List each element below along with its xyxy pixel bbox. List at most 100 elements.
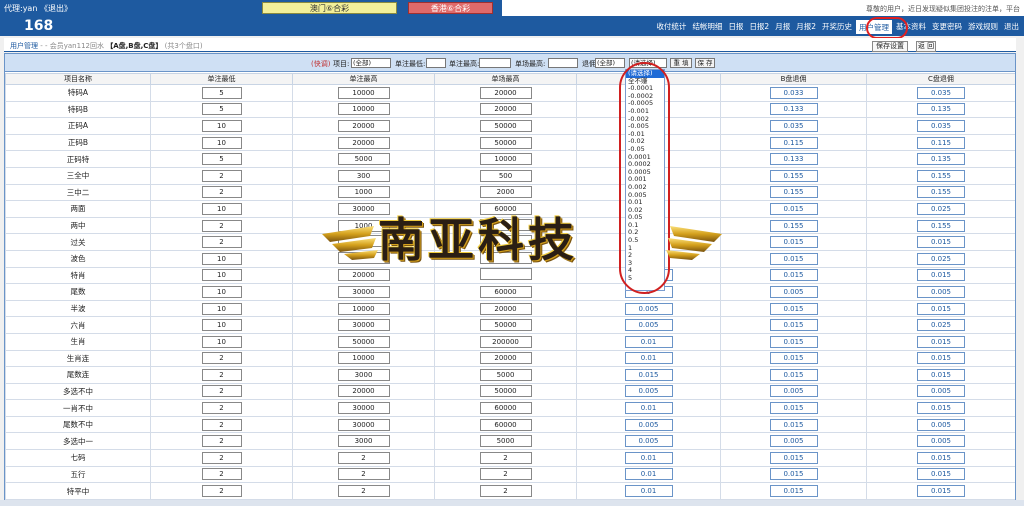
- b-input[interactable]: 0.015: [769, 269, 818, 282]
- nav-item-3[interactable]: 日报2: [746, 19, 772, 35]
- min-input[interactable]: 2: [201, 169, 242, 182]
- a-input[interactable]: 0.01: [624, 352, 673, 365]
- min-input[interactable]: 2: [201, 368, 242, 381]
- c-input[interactable]: 0.035: [917, 86, 965, 99]
- min-input[interactable]: 2: [201, 219, 242, 232]
- retreat-dropdown-list[interactable]: (请选择) 全不赚 -0.0001 -0.0002 -0.0005 -0.001 -0.00…: [625, 69, 665, 291]
- b-input[interactable]: 0.015: [769, 485, 818, 498]
- c-input[interactable]: 0.015: [917, 368, 965, 381]
- b-input[interactable]: 0.015: [769, 236, 818, 249]
- c-input[interactable]: 0.005: [917, 385, 965, 398]
- max-input[interactable]: 30000: [337, 319, 390, 332]
- c-input[interactable]: 0.135: [917, 103, 965, 116]
- max-input[interactable]: 10000: [337, 103, 390, 116]
- nav-item-1[interactable]: 结帐明细: [689, 19, 725, 35]
- c-input[interactable]: 0.115: [917, 136, 965, 149]
- min-input[interactable]: 2: [201, 236, 242, 249]
- b-input[interactable]: 0.033: [769, 86, 818, 99]
- a-input[interactable]: 0.005: [624, 319, 673, 332]
- max-input[interactable]: 3000: [337, 435, 390, 448]
- nav-item-10[interactable]: 游戏规则: [965, 19, 1001, 35]
- a-input[interactable]: 0.005: [624, 435, 673, 448]
- min-input[interactable]: 10: [201, 119, 242, 132]
- c-input[interactable]: 0.025: [917, 252, 965, 265]
- c-input[interactable]: 0.015: [917, 485, 965, 498]
- min-input[interactable]: 2: [201, 485, 242, 498]
- a-input[interactable]: 0.01: [624, 402, 673, 415]
- b-input[interactable]: 0.005: [769, 385, 818, 398]
- max-input[interactable]: 5000: [337, 153, 390, 166]
- min-input[interactable]: 2: [201, 385, 242, 398]
- min-input[interactable]: 2: [201, 402, 242, 415]
- b-input[interactable]: 0.015: [769, 202, 818, 215]
- min-input[interactable]: 2: [201, 435, 242, 448]
- max-input[interactable]: 2: [337, 468, 390, 481]
- a-input[interactable]: 0.01: [624, 335, 673, 348]
- max-input[interactable]: 20000: [337, 136, 390, 149]
- b-input[interactable]: 0.015: [769, 402, 818, 415]
- nav-item-5[interactable]: 月报2: [793, 19, 819, 35]
- c-input[interactable]: 0.155: [917, 219, 965, 232]
- field-input[interactable]: 2: [479, 451, 532, 464]
- c-input[interactable]: 0.015: [917, 302, 965, 315]
- b-input[interactable]: 0.115: [769, 136, 818, 149]
- c-input[interactable]: 0.015: [917, 236, 965, 249]
- save-settings-button[interactable]: 保存设置: [872, 41, 908, 52]
- min-input[interactable]: 10: [201, 269, 242, 282]
- c-input[interactable]: 0.035: [917, 119, 965, 132]
- c-input[interactable]: 0.015: [917, 269, 965, 282]
- a-input[interactable]: 0.015: [624, 368, 673, 381]
- b-input[interactable]: 0.015: [769, 451, 818, 464]
- max-input[interactable]: 30000: [337, 418, 390, 431]
- max-input[interactable]: 2: [337, 451, 390, 464]
- field-input[interactable]: 60000: [479, 402, 532, 415]
- min-input[interactable]: 10: [201, 335, 242, 348]
- a-input[interactable]: 0.005: [624, 385, 673, 398]
- b-input[interactable]: 0.015: [769, 319, 818, 332]
- nav-item-0[interactable]: 收付统计: [653, 19, 689, 35]
- hk-lottery-button[interactable]: 香港⑥合彩: [408, 2, 493, 14]
- c-input[interactable]: 0.155: [917, 169, 965, 182]
- field-input[interactable]: 50000: [479, 319, 532, 332]
- max-input[interactable]: 1000: [337, 219, 390, 232]
- single-max-input[interactable]: [479, 58, 511, 68]
- max-input[interactable]: 30000: [337, 202, 390, 215]
- field-input[interactable]: 60000: [479, 285, 532, 298]
- single-min-input[interactable]: [426, 58, 446, 68]
- max-input[interactable]: 10000: [337, 352, 390, 365]
- min-input[interactable]: 2: [201, 418, 242, 431]
- b-input[interactable]: 0.155: [769, 169, 818, 182]
- max-input[interactable]: 20000: [337, 385, 390, 398]
- max-input[interactable]: 2: [337, 485, 390, 498]
- c-input[interactable]: 0.015: [917, 352, 965, 365]
- c-input[interactable]: 0.155: [917, 186, 965, 199]
- min-input[interactable]: 2: [201, 352, 242, 365]
- max-input[interactable]: [337, 251, 390, 264]
- min-input[interactable]: 10: [201, 136, 242, 149]
- b-input[interactable]: 0.015: [769, 468, 818, 481]
- min-input[interactable]: 5: [201, 103, 242, 116]
- b-input[interactable]: 0.133: [769, 153, 818, 166]
- max-input[interactable]: 10000: [337, 86, 390, 99]
- b-input[interactable]: 0.133: [769, 103, 818, 116]
- max-input[interactable]: [337, 235, 390, 248]
- field-input[interactable]: 10000: [479, 153, 532, 166]
- retreat-plate-select[interactable]: (全部): [595, 58, 625, 68]
- b-input[interactable]: 0.015: [769, 368, 818, 381]
- agent-logout-link[interactable]: 代理:yan 《退出》: [4, 3, 72, 14]
- max-input[interactable]: 1000: [337, 186, 390, 199]
- a-input[interactable]: 0.005: [624, 418, 673, 431]
- c-input[interactable]: 0.005: [917, 418, 965, 431]
- b-input[interactable]: 0.015: [769, 335, 818, 348]
- b-input[interactable]: 0.155: [769, 186, 818, 199]
- max-input[interactable]: 3000: [337, 368, 390, 381]
- field-input[interactable]: 20000: [479, 86, 532, 99]
- field-input[interactable]: [479, 235, 532, 248]
- field-input[interactable]: 5000: [479, 435, 532, 448]
- a-input[interactable]: 0.01: [624, 485, 673, 498]
- field-input[interactable]: 50000: [479, 136, 532, 149]
- nav-item-6[interactable]: 开奖历史: [819, 19, 855, 35]
- field-input[interactable]: 20000: [479, 352, 532, 365]
- max-input[interactable]: 300: [337, 169, 390, 182]
- b-input[interactable]: 0.015: [769, 252, 818, 265]
